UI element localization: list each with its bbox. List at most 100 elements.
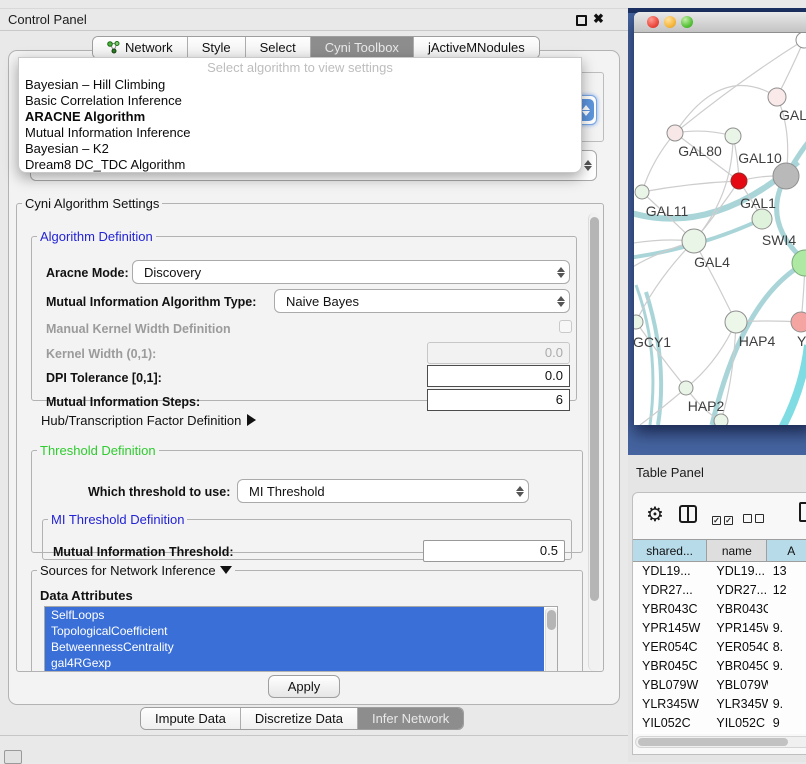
network-node[interactable] <box>667 125 683 141</box>
cell: 9 <box>768 714 806 733</box>
network-node[interactable] <box>791 312 806 332</box>
scrollbar-thumb[interactable] <box>590 217 599 601</box>
deselect-all-checkboxes-icon[interactable] <box>743 510 767 528</box>
tab-style[interactable]: Style <box>188 37 246 58</box>
network-node[interactable] <box>731 173 747 189</box>
data-attributes-list[interactable]: SelfLoops TopologicalCoefficient Between… <box>44 606 558 672</box>
column-header-next[interactable]: A <box>767 540 806 561</box>
control-panel-titlebar: Control Panel ✖ <box>0 8 628 31</box>
mi-steps-field[interactable]: 6 <box>427 389 570 411</box>
combo-stepper-icon <box>552 267 569 278</box>
dropdown-item[interactable]: Dream8 DC_TDC Algorithm <box>19 157 581 173</box>
table-row[interactable]: YPR145WYPR145W9. <box>633 619 806 638</box>
list-scrollbar[interactable] <box>545 608 557 672</box>
tab-jactivemnodules[interactable]: jActiveMNodules <box>414 37 539 58</box>
tab-infer-network[interactable]: Infer Network <box>358 708 463 729</box>
table-row[interactable]: YBR045CYBR045C9. <box>633 657 806 676</box>
list-item-selected[interactable] <box>45 671 544 672</box>
network-node[interactable] <box>634 315 643 329</box>
network-node[interactable] <box>768 88 786 106</box>
network-node[interactable] <box>635 185 649 199</box>
dropdown-item-highlighted[interactable]: ARACNE Algorithm <box>19 109 581 125</box>
scrollbar-thumb[interactable] <box>638 738 788 746</box>
aracne-mode-combobox[interactable]: Discovery <box>132 260 570 284</box>
network-node[interactable] <box>796 33 806 48</box>
tab-label: Style <box>202 40 231 55</box>
network-canvas[interactable]: GAL GAL80 GAL10 GAL11 GAL1 SWI4 GAL4 GCY… <box>634 33 806 425</box>
table-row[interactable]: YDL19...YDL19...13 <box>633 562 806 581</box>
mi-threshold-label: Mutual Information Threshold: <box>53 545 234 559</box>
minimize-traffic-light-icon[interactable] <box>664 16 676 28</box>
which-threshold-combobox[interactable]: MI Threshold <box>237 479 529 503</box>
mi-type-combobox[interactable]: Naive Bayes <box>274 289 570 313</box>
table-row[interactable]: YLR345WYLR345W9. <box>633 695 806 714</box>
zoom-traffic-light-icon[interactable] <box>681 16 693 28</box>
table-hscrollbar[interactable] <box>635 736 806 748</box>
dropdown-item[interactable]: Bayesian – K2 <box>19 141 581 157</box>
table-row[interactable]: YBL079WYBL079W <box>633 676 806 695</box>
list-item-selected[interactable]: gal4RGexp <box>45 655 544 671</box>
settings-scrollbar[interactable] <box>588 213 600 671</box>
column-header-shared-name[interactable]: shared... <box>633 540 707 561</box>
dropdown-item[interactable]: Basic Correlation Inference <box>19 93 581 109</box>
dropdown-item[interactable]: Mutual Information Inference <box>19 125 581 141</box>
table-row[interactable]: YIL052CYIL052C9 <box>633 714 806 733</box>
close-traffic-light-icon[interactable] <box>647 16 659 28</box>
apply-button[interactable]: Apply <box>268 675 340 698</box>
network-node[interactable] <box>682 229 706 253</box>
close-icon[interactable]: ✖ <box>593 11 604 27</box>
network-window[interactable]: GAL GAL80 GAL10 GAL11 GAL1 SWI4 GAL4 GCY… <box>634 12 806 425</box>
combo-stepper-icon <box>552 296 569 307</box>
columns-icon[interactable] <box>679 505 697 523</box>
mi-threshold-group: MI Threshold Definition Mutual Informati… <box>42 512 572 560</box>
manual-kernel-checkbox[interactable] <box>559 320 572 333</box>
data-attributes-label: Data Attributes <box>40 588 133 603</box>
tab-cyni-toolbox[interactable]: Cyni Toolbox <box>311 37 414 58</box>
select-all-checkboxes-icon[interactable]: ✓✓ <box>712 510 736 528</box>
tab-network[interactable]: Network <box>93 37 188 58</box>
list-item-selected[interactable]: SelfLoops <box>45 607 544 623</box>
cell: YBR045C <box>707 657 767 676</box>
cell: 9. <box>768 619 806 638</box>
list-item-selected[interactable]: BetweennessCentrality <box>45 639 544 655</box>
tab-impute-data[interactable]: Impute Data <box>141 708 241 729</box>
hub-definition-toggle[interactable]: Hub/Transcription Factor Definition <box>41 413 256 428</box>
aracne-mode-label: Aracne Mode: <box>46 266 129 280</box>
sources-toggle[interactable]: Sources for Network Inference <box>37 563 235 578</box>
tab-discretize-data[interactable]: Discretize Data <box>241 708 358 729</box>
table-panel-body: ⚙ ✓✓ shared... name A YDL19...YDL19...13… <box>632 492 806 755</box>
panel-title: Control Panel <box>8 12 87 27</box>
tab-label: Network <box>125 40 173 55</box>
network-node[interactable] <box>725 128 741 144</box>
combo-value: Discovery <box>133 265 552 280</box>
kernel-width-field[interactable]: 0.0 <box>427 342 570 364</box>
table-row[interactable]: YER054CYER054C8. <box>633 638 806 657</box>
cell: YER054C <box>707 638 767 657</box>
network-node[interactable] <box>773 163 799 189</box>
gear-icon[interactable]: ⚙ <box>646 502 664 527</box>
mi-threshold-field[interactable]: 0.5 <box>423 540 565 562</box>
combo-value: Naive Bayes <box>275 294 552 309</box>
network-node[interactable] <box>725 311 747 333</box>
network-window-titlebar[interactable] <box>634 12 806 33</box>
table-panel: Table Panel ⚙ ✓✓ shared... name A YDL19.… <box>628 455 806 762</box>
cell: 12 <box>768 581 806 600</box>
column-header-name[interactable]: name <box>707 540 767 561</box>
dropdown-item[interactable]: Bayesian – Hill Climbing <box>19 77 581 93</box>
cell: YBL079W <box>707 676 767 695</box>
cell: YIL052C <box>633 714 707 733</box>
group-title: MI Threshold Definition <box>48 512 187 527</box>
dpi-tolerance-field[interactable]: 0.0 <box>427 365 570 387</box>
table-row[interactable]: YBR043CYBR043C <box>633 600 806 619</box>
scrollbar-thumb[interactable] <box>547 610 556 630</box>
table-rows: YDL19...YDL19...13 YDR27...YDR27...12 YB… <box>633 562 806 734</box>
network-node[interactable] <box>752 209 772 229</box>
float-window-icon[interactable] <box>576 15 587 26</box>
network-node[interactable] <box>714 414 728 425</box>
table-row[interactable]: YDR27...YDR27...12 <box>633 581 806 600</box>
list-item-selected[interactable]: TopologicalCoefficient <box>45 623 544 639</box>
cell: 9. <box>768 657 806 676</box>
tab-select[interactable]: Select <box>246 37 311 58</box>
export-table-icon[interactable] <box>799 502 806 522</box>
network-node[interactable] <box>679 381 693 395</box>
